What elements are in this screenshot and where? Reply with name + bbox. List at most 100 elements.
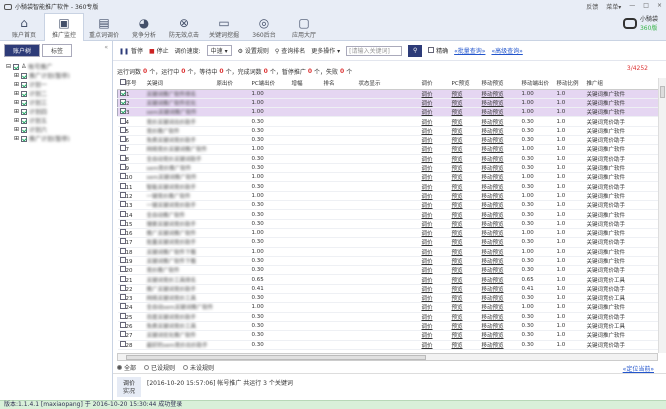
pause-button[interactable]: ❚❚ 暂停 <box>119 46 143 55</box>
column-header[interactable]: PC端出价 <box>249 78 290 90</box>
table-row[interactable]: 12 一键竞价推广软件 1.00 调价 预览 移动预览 1.00 1.0 关键词… <box>117 191 659 202</box>
mobile-preview-link[interactable]: 移动预览 <box>479 144 520 155</box>
vertical-scrollbar[interactable] <box>658 78 666 353</box>
filter-set-radio[interactable]: 已设规则 <box>144 363 175 372</box>
row-checkbox[interactable]: 14 <box>117 209 145 220</box>
column-header[interactable]: 移动预览 <box>479 78 520 90</box>
adjust-link[interactable]: 调价 <box>419 181 450 192</box>
mobile-preview-link[interactable]: 移动预览 <box>479 293 520 304</box>
nav-tab-0[interactable]: ⌂ 账户首页 <box>4 13 44 41</box>
column-header[interactable]: 增幅 <box>289 78 322 90</box>
mobile-preview-link[interactable]: 移动预览 <box>479 209 520 220</box>
pc-preview-link[interactable]: 预览 <box>449 330 480 341</box>
maximize-button[interactable]: □ <box>643 2 649 11</box>
row-checkbox[interactable]: 10 <box>117 172 145 183</box>
search-button[interactable]: ⚲ <box>408 44 423 57</box>
mobile-preview-link[interactable]: 移动预览 <box>479 302 520 313</box>
pc-preview-link[interactable]: 预览 <box>449 126 480 137</box>
nav-tab-1[interactable]: ▣ 推广监控 <box>44 13 84 41</box>
adjust-link[interactable]: 调价 <box>419 89 450 99</box>
adjust-link[interactable]: 调价 <box>419 284 450 295</box>
pc-preview-link[interactable]: 预览 <box>449 284 480 295</box>
keyword-search-input[interactable]: [请输入关键词] <box>346 45 403 56</box>
tab-account-tree[interactable]: 账户树 <box>4 44 41 57</box>
row-checkbox[interactable]: 2 <box>117 98 145 109</box>
nav-tab-4[interactable]: ⊗ 防无效点击 <box>164 13 204 41</box>
tree-item[interactable]: ⊞ 推广计划(暂停) <box>6 134 106 143</box>
mobile-preview-link[interactable]: 移动预览 <box>479 107 520 118</box>
tree-item[interactable]: ⊞ 计划六 <box>6 125 106 134</box>
row-checkbox[interactable]: 11 <box>117 181 145 192</box>
adjust-link[interactable]: 调价 <box>419 302 450 313</box>
mobile-preview-link[interactable]: 移动预览 <box>479 274 520 285</box>
table-row[interactable]: 11 智能关键词竞价助手 0.30 调价 预览 移动预览 0.30 1.0 关键… <box>117 181 659 192</box>
mobile-preview-link[interactable]: 移动预览 <box>479 172 520 183</box>
stop-button[interactable]: ■ 停止 <box>149 46 169 55</box>
exact-checkbox[interactable]: 精确 <box>428 46 448 55</box>
row-checkbox[interactable]: 1 <box>117 89 145 99</box>
row-checkbox[interactable]: 17 <box>117 237 145 248</box>
menu-button[interactable]: 菜单▾ <box>606 2 621 11</box>
mobile-preview-link[interactable]: 移动预览 <box>479 163 520 174</box>
adjust-link[interactable]: 调价 <box>419 116 450 127</box>
pc-preview-link[interactable]: 预览 <box>449 265 480 276</box>
column-header[interactable]: 调价 <box>419 78 450 90</box>
adjust-link[interactable]: 调价 <box>419 228 450 239</box>
table-row[interactable]: 14 全自动推广软件 0.30 调价 预览 移动预览 0.30 1.0 关键词推… <box>117 209 659 220</box>
table-row[interactable]: 7 网络竞价关键词推广软件 1.00 调价 预览 移动预览 1.00 1.0 关… <box>117 144 659 155</box>
adjust-link[interactable]: 调价 <box>419 330 450 341</box>
pc-preview-link[interactable]: 预览 <box>449 154 480 164</box>
pc-preview-link[interactable]: 预览 <box>449 172 480 183</box>
adjust-link[interactable]: 调价 <box>419 340 450 350</box>
adjust-link[interactable]: 调价 <box>419 135 450 146</box>
table-row[interactable]: 10 sem关键词推广软件 1.00 调价 预览 移动预览 1.00 1.0 关… <box>117 172 659 183</box>
adjust-link[interactable]: 调价 <box>419 144 450 155</box>
table-row[interactable]: 18 关键词推广软件下载 1.00 调价 预览 移动预览 1.00 1.0 关键… <box>117 247 659 257</box>
row-checkbox[interactable]: 13 <box>117 200 145 211</box>
mobile-preview-link[interactable]: 移动预览 <box>479 126 520 137</box>
row-checkbox[interactable]: 23 <box>117 293 145 304</box>
pc-preview-link[interactable]: 预览 <box>449 163 480 174</box>
speed-select[interactable]: 中速 ▾ <box>206 45 232 56</box>
pc-preview-link[interactable]: 预览 <box>449 116 480 127</box>
adjust-link[interactable]: 调价 <box>419 265 450 276</box>
advanced-query-link[interactable]: «高级查询» <box>491 46 522 55</box>
minimize-button[interactable]: — <box>629 2 635 11</box>
filter-unset-radio[interactable]: 未设规则 <box>183 363 214 372</box>
table-row[interactable]: 17 批量关键词竞价助手 0.30 调价 预览 移动预览 0.30 1.0 关键… <box>117 237 659 248</box>
pc-preview-link[interactable]: 预览 <box>449 256 480 267</box>
column-header[interactable]: 移动比例 <box>554 78 585 90</box>
table-row[interactable]: 1 关键词推广软件排名 1.00 调价 预览 移动预览 1.00 1.0 关键词… <box>117 89 659 99</box>
pc-preview-link[interactable]: 预览 <box>449 135 480 146</box>
adjust-link[interactable]: 调价 <box>419 293 450 304</box>
table-row[interactable]: 15 搜索关键词竞价助手 0.30 调价 预览 移动预览 0.30 1.0 关键… <box>117 219 659 229</box>
column-header[interactable]: 移动端出价 <box>519 78 555 90</box>
adjust-link[interactable]: 调价 <box>419 172 450 183</box>
row-checkbox[interactable]: 24 <box>117 302 145 313</box>
pc-preview-link[interactable]: 预览 <box>449 144 480 155</box>
pc-preview-link[interactable]: 预览 <box>449 219 480 229</box>
pc-preview-link[interactable]: 预览 <box>449 107 480 118</box>
column-header[interactable]: 关键词 <box>144 78 215 90</box>
row-checkbox[interactable]: 18 <box>117 247 145 257</box>
column-header[interactable]: 排名 <box>321 78 357 90</box>
row-checkbox[interactable]: 8 <box>117 154 145 164</box>
row-checkbox[interactable]: 3 <box>117 107 145 118</box>
adjust-link[interactable]: 调价 <box>419 191 450 202</box>
table-row[interactable]: 2 关键词推广软件优化 1.00 调价 预览 移动预览 1.00 1.0 关键词… <box>117 98 659 109</box>
table-row[interactable]: 27 关键词优化推广软件 0.30 调价 预览 移动预览 0.30 1.0 关键… <box>117 330 659 341</box>
column-header[interactable]: 序号 <box>117 78 145 90</box>
tab-labels[interactable]: 标签 <box>42 44 73 57</box>
adjust-link[interactable]: 调价 <box>419 126 450 137</box>
adjust-link[interactable]: 调价 <box>419 154 450 164</box>
adjust-link[interactable]: 调价 <box>419 107 450 118</box>
adjust-link[interactable]: 调价 <box>419 274 450 285</box>
pc-preview-link[interactable]: 预览 <box>449 89 480 99</box>
row-checkbox[interactable]: 20 <box>117 265 145 276</box>
nav-tab-7[interactable]: ▢ 应用大厅 <box>284 13 324 41</box>
column-header[interactable]: 原出价 <box>214 78 250 90</box>
pc-preview-link[interactable]: 预览 <box>449 191 480 202</box>
tree-item[interactable]: ⊞ 计划五 <box>6 116 106 125</box>
mobile-preview-link[interactable]: 移动预览 <box>479 247 520 257</box>
table-row[interactable]: 9 sem竞价推广软件 0.30 调价 预览 移动预览 0.30 1.0 关键词… <box>117 163 659 174</box>
